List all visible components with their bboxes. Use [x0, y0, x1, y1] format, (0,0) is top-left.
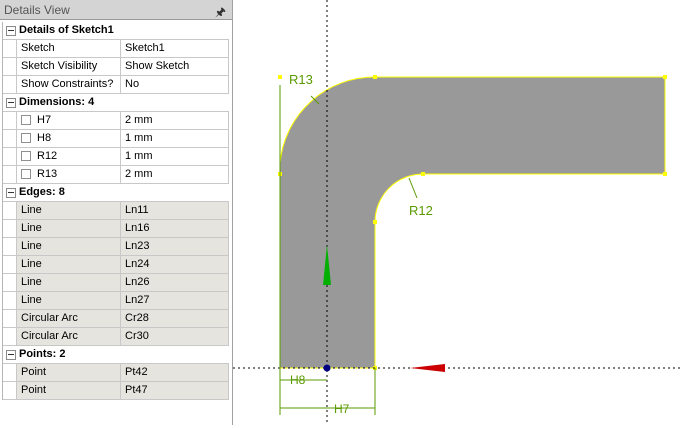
property-name: Show Constraints? — [16, 76, 121, 93]
point-type: Point — [16, 364, 121, 381]
property-value[interactable]: Show Sketch — [121, 58, 229, 75]
collapse-icon[interactable] — [6, 98, 16, 108]
sketch-view[interactable]: R13 R12 H8 H7 — [233, 0, 680, 425]
property-row[interactable]: Show Constraints? No — [3, 76, 229, 94]
property-name: Sketch Visibility — [16, 58, 121, 75]
dimension-name: R12 — [16, 148, 121, 165]
r12-label[interactable]: R12 — [409, 203, 433, 218]
edge-row[interactable]: Line Ln24 — [3, 256, 229, 274]
parameter-checkbox[interactable] — [21, 133, 31, 143]
point-id: Pt42 — [121, 364, 229, 381]
point-row[interactable]: Point Pt42 — [3, 364, 229, 382]
section-label: Points: 2 — [19, 348, 66, 360]
vertex-point[interactable] — [373, 220, 377, 224]
collapse-icon[interactable] — [6, 26, 16, 36]
edge-id: Ln24 — [121, 256, 229, 273]
vertex-point[interactable] — [663, 75, 667, 79]
vertex-point[interactable] — [373, 75, 377, 79]
section-edges[interactable]: Edges: 8 — [3, 184, 229, 202]
property-value[interactable]: No — [121, 76, 229, 93]
dimension-row[interactable]: H7 2 mm — [3, 112, 229, 130]
edge-row[interactable]: Line Ln16 — [3, 220, 229, 238]
edge-type: Line — [16, 256, 121, 273]
edge-row[interactable]: Line Ln27 — [3, 292, 229, 310]
edge-type: Line — [16, 274, 121, 291]
edge-type: Line — [16, 202, 121, 219]
h8-label[interactable]: H8 — [290, 373, 306, 387]
dimension-row[interactable]: H8 1 mm — [3, 130, 229, 148]
section-label: Details of Sketch1 — [19, 24, 114, 36]
dimension-name-text: R12 — [37, 150, 58, 162]
r12-leader[interactable] — [408, 177, 418, 199]
parameter-checkbox[interactable] — [21, 115, 31, 125]
edge-id: Ln23 — [121, 238, 229, 255]
vertex-point[interactable] — [421, 172, 425, 176]
sketch-shape[interactable] — [279, 76, 666, 369]
panel-title: Details View — [4, 3, 70, 17]
edge-row[interactable]: Line Ln11 — [3, 202, 229, 220]
edge-type: Line — [16, 220, 121, 237]
point-row[interactable]: Point Pt47 — [3, 382, 229, 400]
dimension-name: H7 — [16, 112, 121, 129]
dimension-value[interactable]: 2 mm — [121, 166, 229, 183]
edge-id: Ln11 — [121, 202, 229, 219]
edge-type: Line — [16, 292, 121, 309]
edge-id: Ln27 — [121, 292, 229, 309]
dimension-value[interactable]: 1 mm — [121, 148, 229, 165]
section-label: Edges: 8 — [19, 186, 65, 198]
details-view-panel: Details View 🖈 Details of Sketch1 Sketch… — [0, 0, 233, 425]
h7-label[interactable]: H7 — [334, 402, 350, 416]
dimension-name-text: H8 — [37, 132, 52, 144]
panel-header: Details View 🖈 — [0, 0, 232, 20]
dimension-name-text: H7 — [37, 114, 52, 126]
graphics-canvas[interactable]: R13 R12 H8 H7 — [233, 0, 680, 425]
section-points[interactable]: Points: 2 — [3, 346, 229, 364]
pin-icon[interactable]: 🖈 — [215, 3, 226, 24]
origin-point-icon[interactable] — [323, 364, 331, 372]
property-row[interactable]: Sketch Sketch1 — [3, 40, 229, 58]
details-grid: Details of Sketch1 Sketch Sketch1 Sketch… — [2, 22, 229, 400]
dimension-name: R13 — [16, 166, 121, 183]
dimension-value[interactable]: 1 mm — [121, 130, 229, 147]
edge-row[interactable]: Circular Arc Cr28 — [3, 310, 229, 328]
parameter-checkbox[interactable] — [21, 169, 31, 179]
point-id: Pt47 — [121, 382, 229, 399]
edge-row[interactable]: Line Ln23 — [3, 238, 229, 256]
edge-id: Ln16 — [121, 220, 229, 237]
edge-type: Circular Arc — [16, 328, 121, 345]
dimension-name-text: R13 — [37, 168, 58, 180]
edge-row[interactable]: Line Ln26 — [3, 274, 229, 292]
vertex-point[interactable] — [278, 75, 282, 79]
dimension-row[interactable]: R13 2 mm — [3, 166, 229, 184]
edge-row[interactable]: Circular Arc Cr30 — [3, 328, 229, 346]
collapse-icon[interactable] — [6, 350, 16, 360]
section-dimensions[interactable]: Dimensions: 4 — [3, 94, 229, 112]
edge-id: Ln26 — [121, 274, 229, 291]
parameter-checkbox[interactable] — [21, 151, 31, 161]
collapse-icon[interactable] — [6, 188, 16, 198]
property-name: Sketch — [16, 40, 121, 57]
property-value[interactable]: Sketch1 — [121, 40, 229, 57]
edge-type: Circular Arc — [16, 310, 121, 327]
dimension-value[interactable]: 2 mm — [121, 112, 229, 129]
section-details[interactable]: Details of Sketch1 — [3, 22, 229, 40]
vertex-point[interactable] — [663, 172, 667, 176]
dimension-row[interactable]: R12 1 mm — [3, 148, 229, 166]
dimension-name: H8 — [16, 130, 121, 147]
edge-id: Cr28 — [121, 310, 229, 327]
x-axis-arrow-icon — [410, 364, 445, 372]
edge-type: Line — [16, 238, 121, 255]
section-label: Dimensions: 4 — [19, 96, 95, 108]
property-row[interactable]: Sketch Visibility Show Sketch — [3, 58, 229, 76]
edge-id: Cr30 — [121, 328, 229, 345]
r13-label[interactable]: R13 — [289, 72, 313, 87]
point-type: Point — [16, 382, 121, 399]
